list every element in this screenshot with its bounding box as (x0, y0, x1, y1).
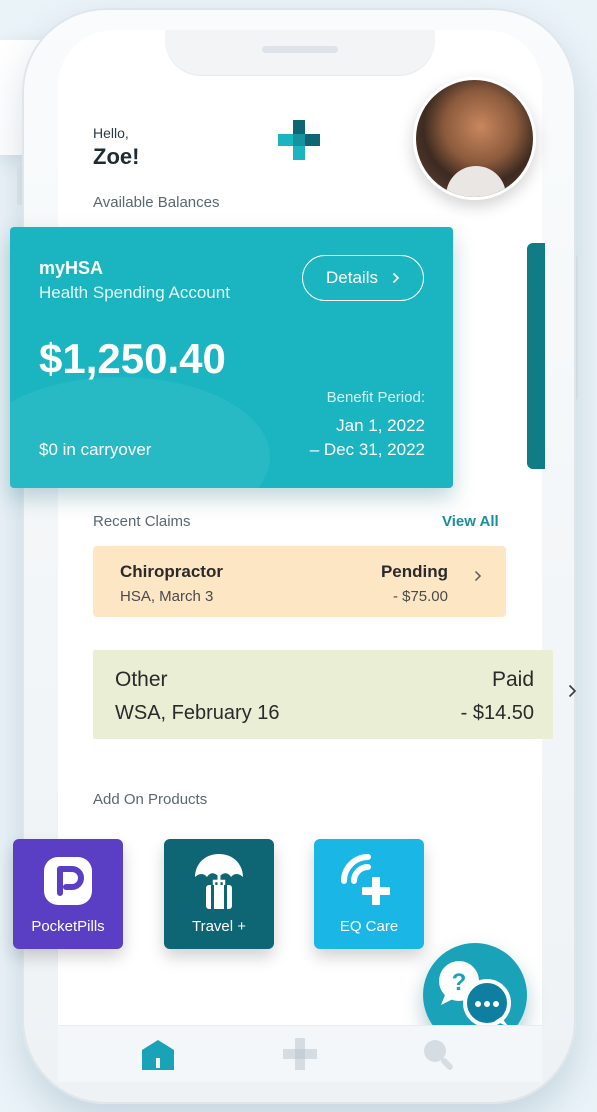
chevron-right-icon[interactable] (568, 684, 577, 698)
question-mark: ? (452, 969, 467, 996)
benefit-period-start: Jan 1, 2022 (336, 416, 425, 435)
claim-amount: - $75.00 (392, 588, 448, 605)
hsa-balance-card[interactable]: myHSA Health Spending Account Details $1… (10, 227, 453, 488)
add-on-products-label: Add On Products (93, 791, 208, 808)
claim-status: Pending (380, 562, 448, 581)
pocketpills-icon (44, 857, 92, 905)
benefit-period-label: Benefit Period: (326, 389, 425, 406)
avatar[interactable] (413, 77, 536, 200)
benefit-period-end: – Dec 31, 2022 (309, 440, 425, 459)
claim-title: Chiropractor (120, 562, 223, 581)
addon-label: EQ Care (339, 918, 399, 935)
available-balances-label: Available Balances (93, 194, 220, 211)
avatar-shirt (446, 166, 506, 197)
carryover-text: $0 in carryover (39, 440, 152, 459)
addon-travel[interactable]: Travel + (164, 839, 274, 949)
addon-eq-care[interactable]: EQ Care (314, 839, 424, 949)
user-name: Zoe! (93, 144, 140, 169)
view-all-link[interactable]: View All (442, 513, 499, 530)
logo-cross-icon (278, 120, 320, 160)
home-icon[interactable] (140, 1038, 176, 1072)
chevron-right-icon (392, 272, 400, 284)
claim-subtitle: WSA, February 16 (115, 702, 280, 724)
claim-amount: - $14.50 (460, 702, 534, 724)
signal-plus-icon (341, 854, 390, 905)
claim-status: Paid (491, 668, 534, 691)
claim-title: Other (115, 668, 168, 691)
addon-pocketpills[interactable]: PocketPills (13, 839, 123, 949)
phone-notch (165, 30, 435, 76)
addon-label: PocketPills (31, 918, 105, 935)
details-button[interactable]: Details (302, 255, 424, 301)
chevron-right-icon (474, 570, 482, 582)
greeting: Hello, (93, 125, 129, 141)
addon-label: Travel + (191, 918, 247, 935)
claim-subtitle: HSA, March 3 (120, 588, 214, 605)
umbrella-luggage-icon (195, 854, 243, 909)
next-balance-card[interactable] (527, 243, 545, 469)
card-subtitle: Health Spending Account (39, 283, 230, 302)
cross-icon[interactable] (282, 1036, 318, 1072)
recent-claims-label: Recent Claims (93, 513, 191, 530)
claim-row[interactable]: Chiropractor HSA, March 3 Pending - $75.… (93, 546, 506, 617)
details-label: Details (326, 268, 378, 287)
bottom-nav (58, 1025, 542, 1082)
balance-amount: $1,250.40 (39, 335, 226, 382)
search-icon[interactable] (420, 1036, 456, 1072)
phone-speaker (262, 46, 338, 53)
card-title: myHSA (39, 258, 104, 278)
card-decoration (10, 377, 270, 488)
chat-help-icon: ? (439, 961, 511, 1027)
claim-row[interactable]: Other WSA, February 16 Paid - $14.50 (93, 650, 553, 739)
